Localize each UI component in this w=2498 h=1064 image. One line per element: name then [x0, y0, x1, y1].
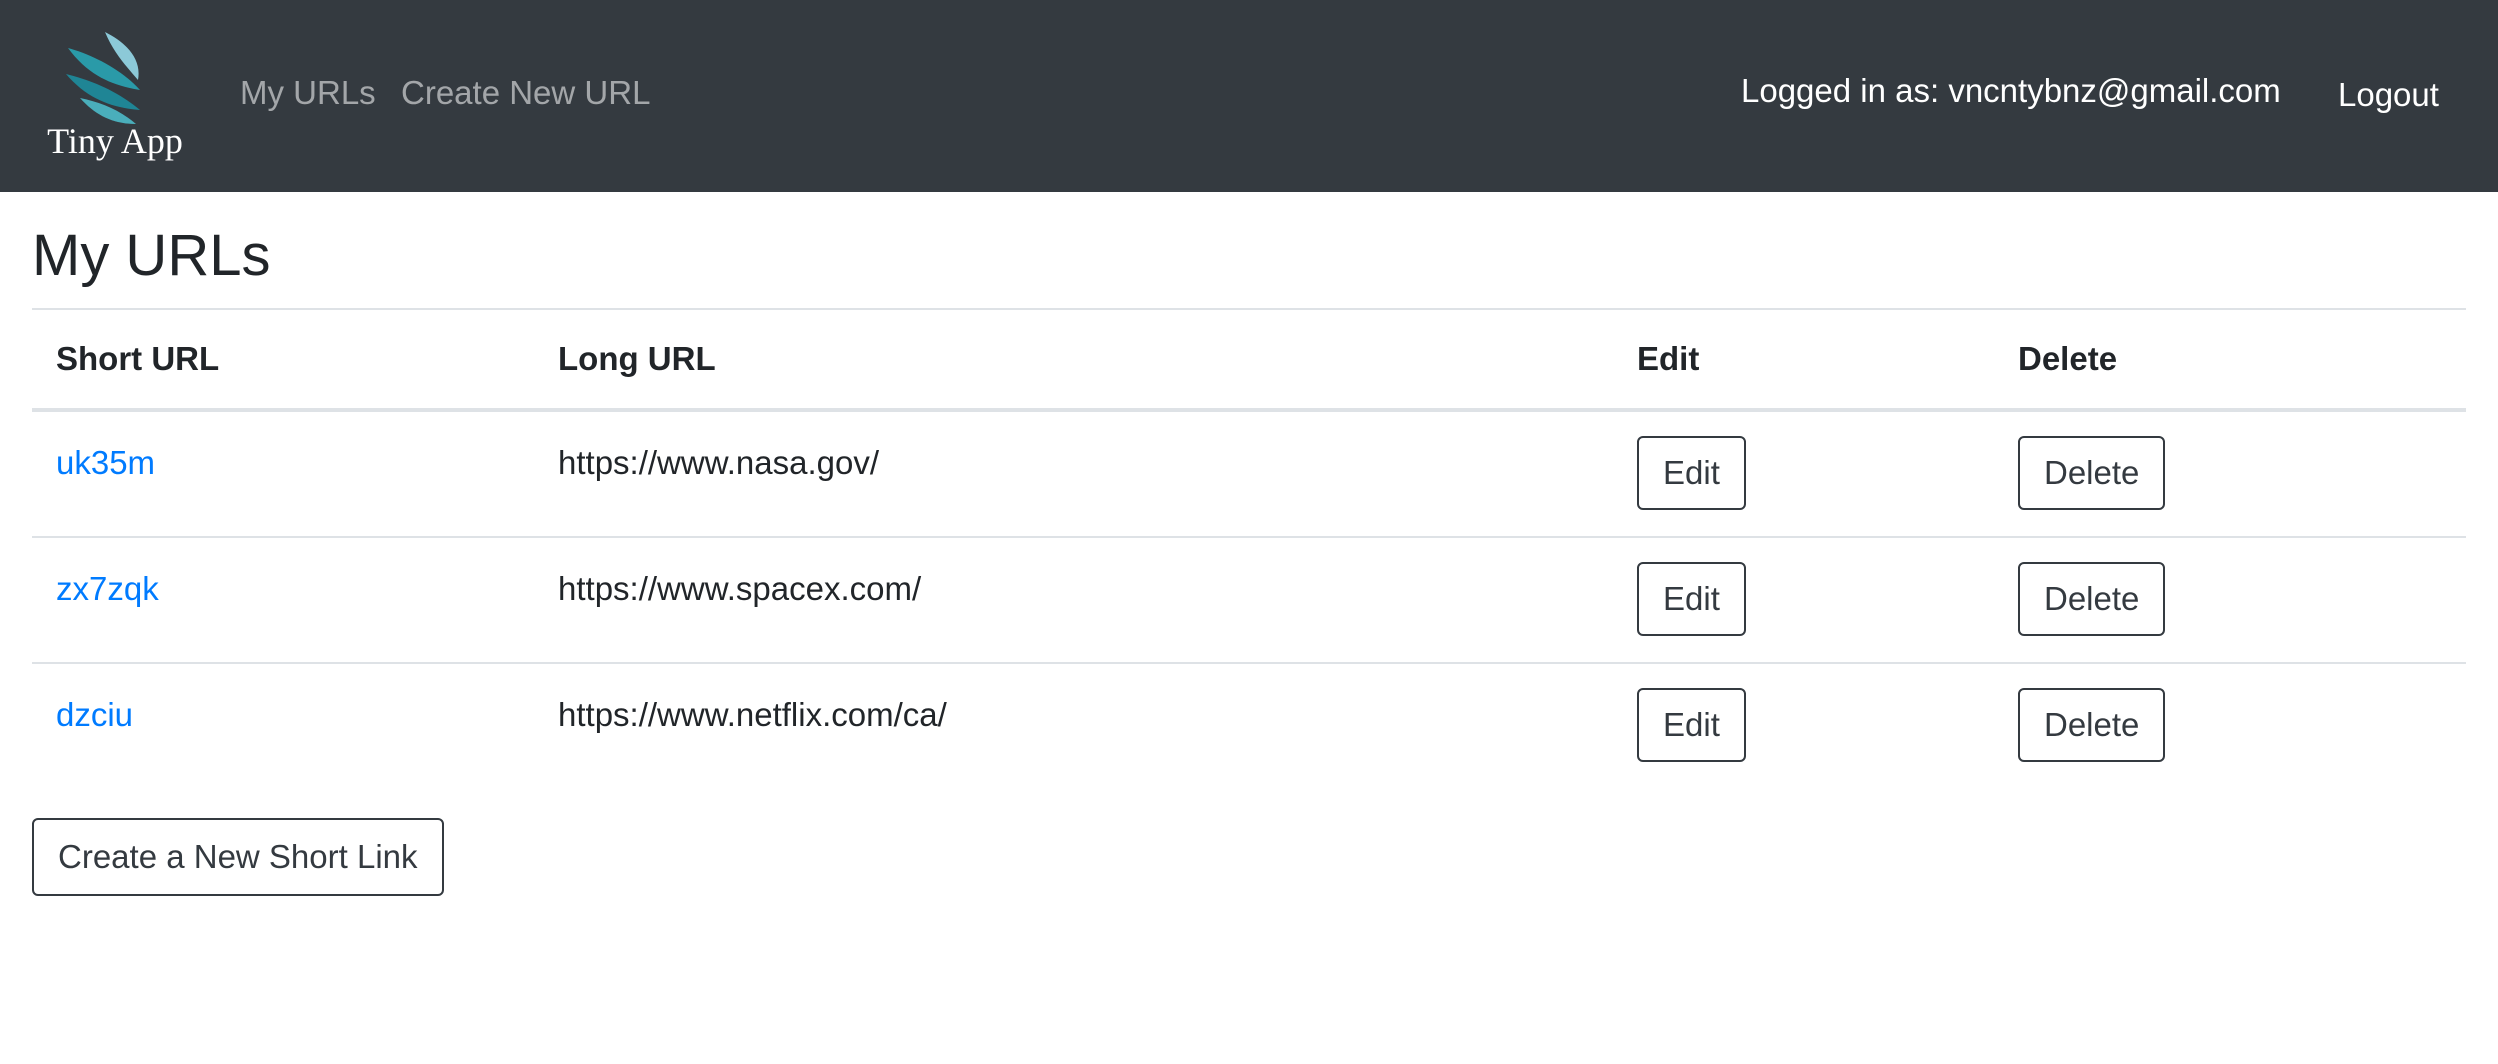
create-short-link-button[interactable]: Create a New Short Link: [32, 818, 444, 896]
delete-cell: Delete: [1994, 537, 2466, 664]
long-url-cell: https://www.netflix.com/ca/: [534, 663, 1613, 788]
long-url-text: https://www.nasa.gov/: [558, 444, 879, 481]
edit-cell: Edit: [1613, 663, 1994, 788]
delete-cell: Delete: [1994, 663, 2466, 788]
nav-my-urls[interactable]: My URLs: [240, 74, 376, 112]
top-navbar: Tiny App My URLs Create New URL Logged i…: [0, 0, 2498, 192]
edit-button[interactable]: Edit: [1637, 436, 1746, 510]
logged-in-status: Logged in as: vncntybnz@gmail.com: [1741, 72, 2281, 109]
table-row: uk35m https://www.nasa.gov/ Edit Delete: [32, 410, 2466, 538]
short-url-cell: zx7zqk: [32, 537, 534, 664]
urls-table: Short URL Long URL Edit Delete uk35m htt…: [32, 308, 2466, 788]
long-url-text: https://www.spacex.com/: [558, 570, 922, 607]
edit-button[interactable]: Edit: [1637, 688, 1746, 762]
edit-cell: Edit: [1613, 537, 1994, 664]
column-header-long-url: Long URL: [534, 309, 1613, 412]
long-url-cell: https://www.spacex.com/: [534, 537, 1613, 664]
brand-logo[interactable]: Tiny App: [40, 28, 190, 168]
delete-button[interactable]: Delete: [2018, 436, 2166, 510]
edit-cell: Edit: [1613, 410, 1994, 538]
logout-link[interactable]: Logout: [2338, 76, 2439, 114]
column-header-delete: Delete: [1994, 309, 2466, 412]
edit-button[interactable]: Edit: [1637, 562, 1746, 636]
table-row: zx7zqk https://www.spacex.com/ Edit Dele…: [32, 537, 2466, 664]
column-header-short-url: Short URL: [32, 309, 534, 412]
long-url-cell: https://www.nasa.gov/: [534, 410, 1613, 538]
table-row: dzciu https://www.netflix.com/ca/ Edit D…: [32, 663, 2466, 788]
short-url-cell: uk35m: [32, 410, 534, 538]
short-url-link[interactable]: uk35m: [56, 412, 155, 482]
page-title: My URLs: [32, 223, 271, 288]
delete-button[interactable]: Delete: [2018, 688, 2166, 762]
short-url-link[interactable]: zx7zqk: [56, 538, 159, 608]
short-url-link[interactable]: dzciu: [56, 664, 133, 734]
brand-name: Tiny App: [47, 121, 183, 161]
delete-button[interactable]: Delete: [2018, 562, 2166, 636]
table-header-row: Short URL Long URL Edit Delete: [32, 309, 2466, 412]
long-url-text: https://www.netflix.com/ca/: [558, 696, 947, 733]
column-header-edit: Edit: [1613, 309, 1994, 412]
feather-logo-icon: [66, 32, 140, 124]
delete-cell: Delete: [1994, 410, 2466, 538]
short-url-cell: dzciu: [32, 663, 534, 788]
nav-create-new-url[interactable]: Create New URL: [401, 74, 650, 112]
